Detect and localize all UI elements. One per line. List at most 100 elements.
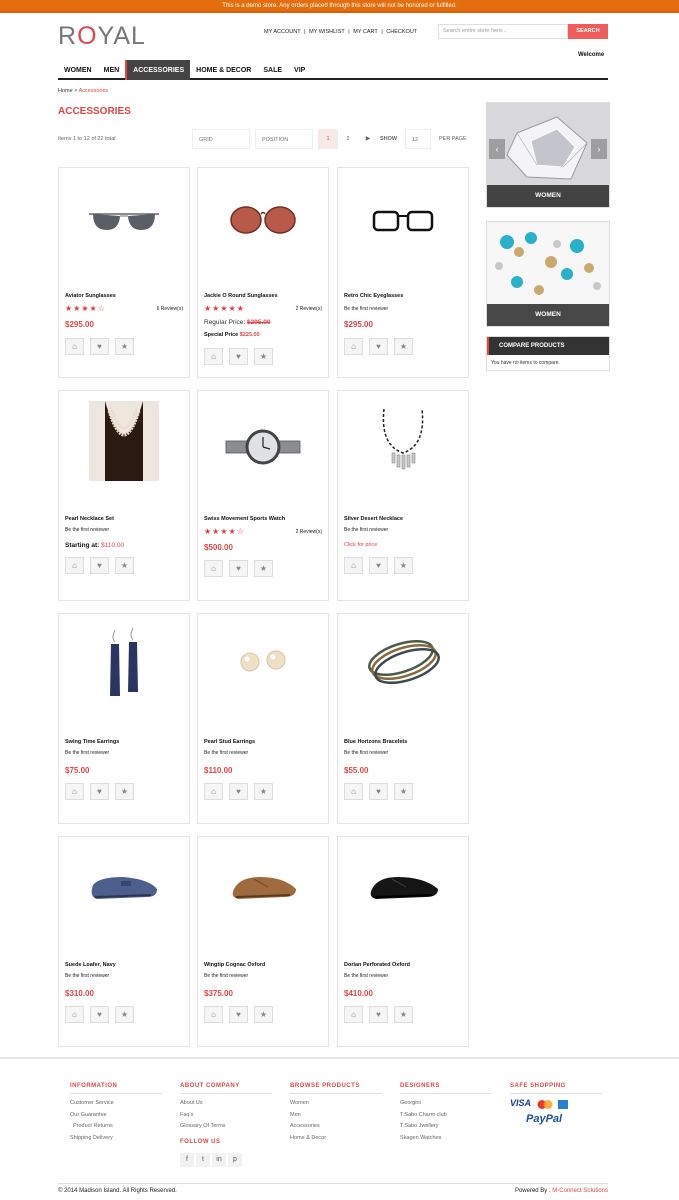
product-card[interactable]: Wingtip Cognac Oxford Be the first revie… xyxy=(197,836,329,1047)
wingtip-oxford-image[interactable] xyxy=(212,843,314,953)
pinterest-icon[interactable]: p xyxy=(228,1152,242,1167)
product-name[interactable]: Jackie O Round Sunglasses xyxy=(204,293,278,299)
product-name[interactable]: Pearl Stud Earrings xyxy=(204,739,255,745)
product-name[interactable]: Wingtip Cognac Oxford xyxy=(204,962,265,968)
my-cart-link[interactable]: MY CART xyxy=(353,29,378,35)
wishlist-heart-icon[interactable]: ♥ xyxy=(90,783,109,800)
eyeglasses-image[interactable] xyxy=(352,174,454,284)
product-card[interactable]: Aviator Sunglasses ★★★★☆ 6 Review(s) $29… xyxy=(58,167,190,378)
search-input[interactable]: Search entire store here... xyxy=(438,24,568,39)
next-page-icon[interactable]: ▶ xyxy=(358,129,378,149)
nav-home-decor[interactable]: HOME & DECOR xyxy=(190,60,257,80)
review-count[interactable]: 2 Review(s) xyxy=(296,529,322,535)
wishlist-heart-icon[interactable]: ♥ xyxy=(369,338,388,355)
perforated-oxford-image[interactable] xyxy=(352,843,454,953)
product-card[interactable]: Swiss Movement Sports Watch ★★★★☆ 2 Revi… xyxy=(197,390,329,601)
compare-star-icon[interactable]: ★ xyxy=(394,557,413,574)
first-reviewer-link[interactable]: Be the first reviewer xyxy=(204,750,248,756)
footer-link[interactable]: T.Sabo Jwellery xyxy=(400,1121,492,1133)
first-reviewer-link[interactable]: Be the first reviewer xyxy=(344,973,388,979)
product-name[interactable]: Swing Time Earrings xyxy=(65,739,119,745)
round-sunglasses-image[interactable] xyxy=(212,174,314,284)
earrings-image[interactable] xyxy=(73,620,175,730)
product-name[interactable]: Pearl Necklace Set xyxy=(65,516,114,522)
product-card[interactable]: Dorian Perforated Oxford Be the first re… xyxy=(337,836,469,1047)
my-wishlist-link[interactable]: MY WISHLIST xyxy=(309,29,345,35)
wishlist-heart-icon[interactable]: ♥ xyxy=(90,1006,109,1023)
add-to-cart-icon[interactable]: ⌂ xyxy=(344,783,363,800)
add-to-cart-icon[interactable]: ⌂ xyxy=(204,1006,223,1023)
product-name[interactable]: Suede Loafer, Navy xyxy=(65,962,116,968)
wishlist-heart-icon[interactable]: ♥ xyxy=(229,560,248,577)
first-reviewer-link[interactable]: Be the first reviewer xyxy=(65,750,109,756)
footer-link[interactable]: Customer Service xyxy=(70,1098,162,1110)
aviator-sunglasses-image[interactable] xyxy=(73,174,175,284)
add-to-cart-icon[interactable]: ⌂ xyxy=(65,1006,84,1023)
product-card[interactable]: Swing Time Earrings Be the first reviewe… xyxy=(58,613,190,824)
site-logo[interactable]: ROYAL xyxy=(58,22,146,51)
nav-accessories[interactable]: ACCESSORIES xyxy=(125,60,191,80)
add-to-cart-icon[interactable]: ⌂ xyxy=(344,557,363,574)
checkout-link[interactable]: CHECKOUT xyxy=(386,29,417,35)
add-to-cart-icon[interactable]: ⌂ xyxy=(204,560,223,577)
compare-star-icon[interactable]: ★ xyxy=(115,557,134,574)
compare-star-icon[interactable]: ★ xyxy=(115,338,134,355)
add-to-cart-icon[interactable]: ⌂ xyxy=(65,338,84,355)
product-name[interactable]: Blue Horizons Bracelets xyxy=(344,739,407,745)
first-reviewer-link[interactable]: Be the first reviewer xyxy=(344,306,388,312)
first-reviewer-link[interactable]: Be the first reviewer xyxy=(344,750,388,756)
nav-vip[interactable]: VIP xyxy=(288,60,311,80)
first-reviewer-link[interactable]: Be the first reviewer xyxy=(65,527,109,533)
product-card[interactable]: Retro Chic Eyeglasses Be the first revie… xyxy=(337,167,469,378)
footer-link[interactable]: Our Guarantee xyxy=(70,1110,162,1122)
footer-link[interactable]: Home & Decor xyxy=(290,1133,382,1145)
footer-link[interactable]: Women xyxy=(290,1098,382,1110)
footer-link[interactable]: T.Sabo Charm club xyxy=(400,1110,492,1122)
pearl-necklace-image[interactable] xyxy=(73,397,175,507)
add-to-cart-icon[interactable]: ⌂ xyxy=(204,348,223,365)
promo-banner[interactable]: ‹ › WOMEN xyxy=(486,102,610,208)
add-to-cart-icon[interactable]: ⌂ xyxy=(65,557,84,574)
footer-link[interactable]: Glossary Of Terms xyxy=(180,1121,272,1133)
compare-star-icon[interactable]: ★ xyxy=(394,783,413,800)
nav-sale[interactable]: SALE xyxy=(257,60,288,80)
wishlist-heart-icon[interactable]: ♥ xyxy=(90,557,109,574)
wishlist-heart-icon[interactable]: ♥ xyxy=(369,783,388,800)
compare-star-icon[interactable]: ★ xyxy=(115,783,134,800)
page-1-link[interactable]: 1 xyxy=(318,129,338,149)
wishlist-heart-icon[interactable]: ♥ xyxy=(369,557,388,574)
nav-men[interactable]: MEN xyxy=(98,60,126,80)
product-name[interactable]: Swiss Movement Sports Watch xyxy=(204,516,285,522)
compare-star-icon[interactable]: ★ xyxy=(254,560,273,577)
page-2-link[interactable]: 2 xyxy=(338,129,358,149)
banner-next-icon[interactable]: › xyxy=(591,139,607,159)
promo-banner[interactable]: WOMEN xyxy=(486,221,610,327)
footer-link[interactable]: About Us xyxy=(180,1098,272,1110)
product-card[interactable]: Blue Horizons Bracelets Be the first rev… xyxy=(337,613,469,824)
sort-select[interactable]: POSITION xyxy=(255,129,313,149)
add-to-cart-icon[interactable]: ⌂ xyxy=(65,783,84,800)
silver-necklace-image[interactable] xyxy=(352,397,454,507)
compare-star-icon[interactable]: ★ xyxy=(394,338,413,355)
add-to-cart-icon[interactable]: ⌂ xyxy=(344,1006,363,1023)
first-reviewer-link[interactable]: Be the first reviewer xyxy=(344,527,388,533)
product-name[interactable]: Aviator Sunglasses xyxy=(65,293,116,299)
footer-link[interactable]: Accessories xyxy=(290,1121,382,1133)
banner-prev-icon[interactable]: ‹ xyxy=(489,139,505,159)
wishlist-heart-icon[interactable]: ♥ xyxy=(229,348,248,365)
product-card[interactable]: Pearl Necklace Set Be the first reviewer… xyxy=(58,390,190,601)
add-to-cart-icon[interactable]: ⌂ xyxy=(344,338,363,355)
footer-link[interactable]: Skagen Watches xyxy=(400,1133,492,1145)
view-mode-select[interactable]: GRID xyxy=(192,129,250,149)
wishlist-heart-icon[interactable]: ♥ xyxy=(229,1006,248,1023)
compare-star-icon[interactable]: ★ xyxy=(254,783,273,800)
wishlist-heart-icon[interactable]: ♥ xyxy=(369,1006,388,1023)
suede-loafer-image[interactable] xyxy=(73,843,175,953)
product-card[interactable]: Suede Loafer, Navy Be the first reviewer… xyxy=(58,836,190,1047)
compare-star-icon[interactable]: ★ xyxy=(254,1006,273,1023)
first-reviewer-link[interactable]: Be the first reviewer xyxy=(204,973,248,979)
footer-link[interactable]: Product Returns xyxy=(70,1121,162,1133)
search-button[interactable]: SEARCH xyxy=(568,24,608,39)
facebook-icon[interactable]: f xyxy=(180,1152,194,1167)
footer-link[interactable]: Shipping Delivery xyxy=(70,1133,162,1145)
